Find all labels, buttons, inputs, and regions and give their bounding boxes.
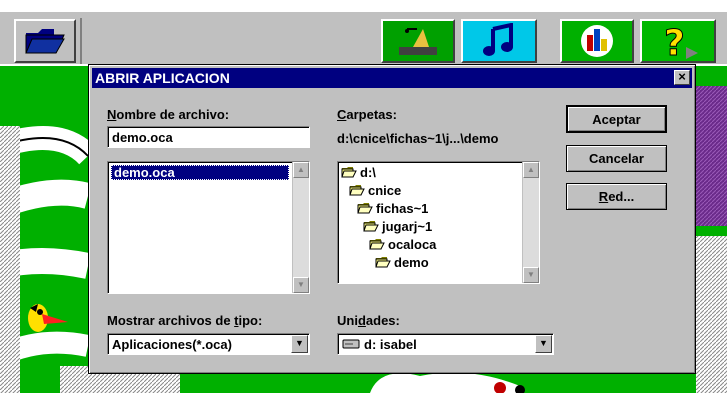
chart-icon [581,25,613,57]
filename-label: Nombre de archivo: [107,107,230,122]
folder-icon [25,29,65,54]
file-type-label: Mostrar archivos de tipo: [107,313,263,328]
chevron-down-icon[interactable]: ▼ [535,335,552,353]
open-folder-icon [375,257,391,268]
open-folder-icon [349,185,365,196]
folder-item-cnice[interactable]: cnice [349,182,401,198]
filename-input[interactable]: demo.oca [107,126,310,148]
scroll-up-icon[interactable]: ▲ [293,162,309,178]
music-note-icon [483,23,513,56]
help-button[interactable]: ? [640,19,716,63]
close-button[interactable]: × [674,70,690,85]
drive-value: d: isabel [337,333,554,355]
file-type-select[interactable]: Aplicaciones(*.oca) ▼ [107,333,310,355]
folder-item-d-root[interactable]: d:\ [341,164,376,180]
file-type-value: Aplicaciones(*.oca) [107,333,310,355]
drive-icon [342,339,360,349]
scroll-down-icon[interactable]: ▼ [523,267,539,283]
gramophone-icon [399,28,437,55]
dialog-title: ABRIR APLICACION [95,70,230,86]
file-list[interactable]: demo.oca ▲ ▼ [107,161,310,294]
open-folder-button[interactable] [14,19,76,63]
folder-item-jugarj[interactable]: jugarj~1 [363,218,432,234]
dialog-titlebar[interactable]: ABRIR APLICACION × [92,68,692,88]
open-folder-icon [357,203,373,214]
accept-button[interactable]: Aceptar [566,105,667,133]
open-folder-icon [341,167,357,178]
folder-item-demo[interactable]: demo [375,254,429,270]
current-path: d:\cnice\fichas~1\j...\demo [337,131,499,146]
svg-text:?: ? [664,23,685,61]
music-button[interactable] [461,19,537,63]
scroll-down-icon[interactable]: ▼ [293,277,309,293]
drives-label: Unidades: [337,313,400,328]
open-folder-icon [363,221,379,232]
scroll-up-icon[interactable]: ▲ [523,162,539,178]
network-button[interactable]: Red... [566,183,667,210]
chevron-down-icon[interactable]: ▼ [291,335,308,353]
folder-item-ocaloca[interactable]: ocaloca [369,236,436,252]
open-application-dialog: ABRIR APLICACION × Nombre de archivo: de… [88,64,696,374]
folder-tree-scrollbar[interactable]: ▲ ▼ [522,162,539,283]
help-icon: ? [664,23,698,61]
drive-select[interactable]: d: isabel ▼ [337,333,554,355]
cancel-button[interactable]: Cancelar [566,145,667,172]
file-list-scrollbar[interactable]: ▲ ▼ [292,162,309,293]
file-item-selected[interactable]: demo.oca [111,165,289,180]
toolbar: ? [0,10,727,64]
toolbar-separator [80,18,82,64]
gramophone-button[interactable] [381,19,455,63]
chart-button[interactable] [560,19,634,63]
folder-tree[interactable]: d:\ cnice fichas~1 jugarj~1 ocaloca demo… [337,161,540,284]
folder-item-fichas[interactable]: fichas~1 [357,200,428,216]
folders-label: Carpetas: [337,107,397,122]
open-folder-icon [369,239,385,250]
